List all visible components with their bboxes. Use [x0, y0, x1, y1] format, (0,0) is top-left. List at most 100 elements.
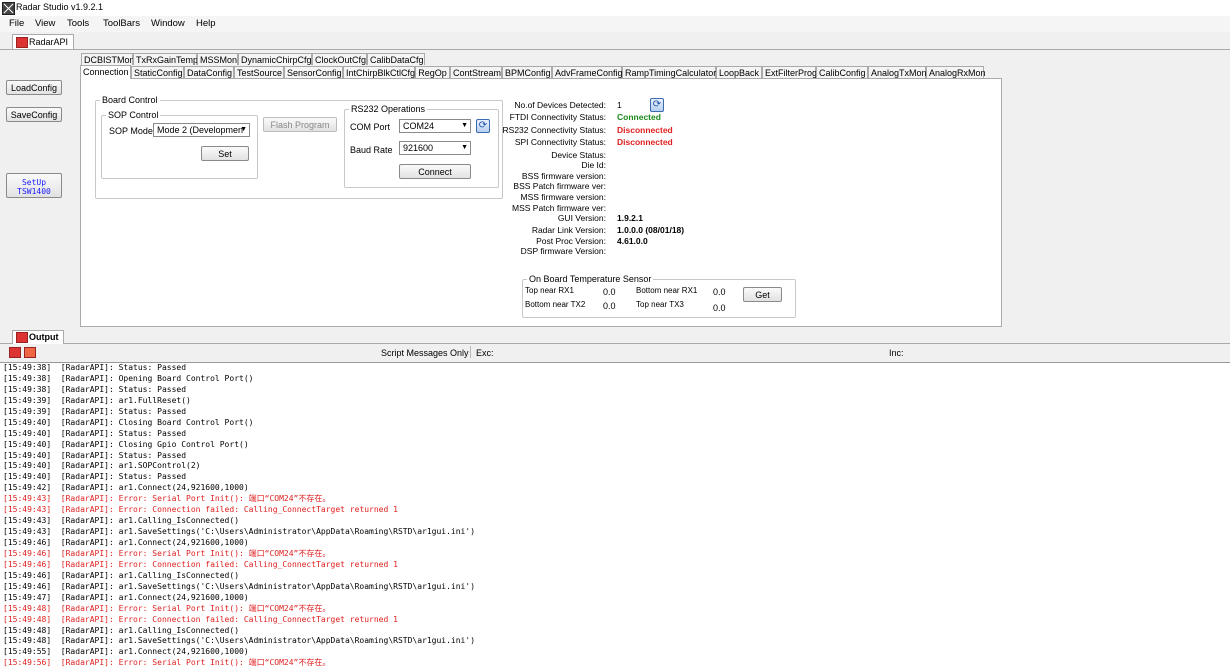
tab-extfilterprog[interactable]: ExtFilterProg [762, 66, 817, 78]
info-value: Disconnected [617, 137, 673, 147]
info-label: Radar Link Version: [531, 225, 606, 235]
tab-analogtxmon[interactable]: AnalogTxMon [868, 66, 927, 78]
info-label: BSS firmware version: [521, 171, 606, 181]
tab-testsource[interactable]: TestSource [234, 66, 284, 78]
connection-panel: Board Control SOP Control SOP Mode Mode … [80, 78, 1002, 327]
title-bar: Radar Studio v1.9.2.1 [0, 0, 1230, 17]
output-icon [16, 332, 28, 343]
tab-radarapi[interactable]: RadarAPI [12, 34, 74, 49]
temperature-title: On Board Temperature Sensor [527, 274, 654, 284]
separator [470, 346, 471, 358]
log-line: [15:49:55] [RadarAPI]: ar1.Connect(24,92… [3, 647, 249, 657]
menu-file[interactable]: File [9, 18, 24, 29]
chevron-down-icon: ▼ [240, 126, 247, 133]
log-line: [15:49:56] [RadarAPI]: Error: Serial Por… [3, 658, 331, 668]
get-temperature-button[interactable]: Get [743, 287, 782, 302]
log-line: [15:49:46] [RadarAPI]: ar1.Connect(24,92… [3, 538, 249, 547]
log-line: [15:49:39] [RadarAPI]: ar1.FullReset() [3, 395, 191, 405]
menu-window[interactable]: Window [151, 18, 185, 29]
tab-clockoutcfg[interactable]: ClockOutCfg [312, 53, 367, 65]
log-line: [15:49:42] [RadarAPI]: ar1.Connect(24,92… [3, 483, 249, 493]
tab-intchirpblkctlcfg[interactable]: IntChirpBlkCtlCfg [343, 66, 415, 78]
tab-calibconfig[interactable]: CalibConfig [816, 66, 868, 78]
baud-rate-select[interactable]: 921600 ▼ [399, 141, 471, 155]
tab-advframeconfig[interactable]: AdvFrameConfig [552, 66, 623, 78]
tab-sensorconfig[interactable]: SensorConfig [284, 66, 343, 78]
setup-tsw1400-button[interactable]: SetUp TSW1400 [6, 173, 62, 198]
info-label: BSS Patch firmware ver: [513, 181, 606, 191]
tab-mssmon[interactable]: MSSMon [197, 53, 238, 65]
menu-toolbars[interactable]: ToolBars [103, 18, 140, 29]
document-tabs: RadarAPI [0, 32, 1230, 50]
log-line: [15:49:43] [RadarAPI]: Error: Connection… [3, 505, 398, 515]
tab-calibdatacfg[interactable]: CalibDataCfg [367, 53, 425, 65]
tab-txrxgaintemp[interactable]: TxRxGainTemp [133, 53, 198, 65]
refresh-devices-icon[interactable]: ⟳ [650, 98, 664, 112]
log-line: [15:49:48] [RadarAPI]: ar1.Calling_IsCon… [3, 625, 240, 635]
radarapi-icon [16, 37, 28, 48]
setup-line2: TSW1400 [17, 187, 51, 196]
com-port-label: COM Port [350, 122, 391, 132]
tab-dcbistmon[interactable]: DCBISTMon [81, 53, 135, 65]
tab-output[interactable]: Output [12, 330, 64, 344]
rs232-title: RS232 Operations [349, 104, 428, 114]
bottom-rx1-value: 0.0 [713, 287, 726, 297]
script-messages-only[interactable]: Script Messages Only [381, 348, 469, 358]
tab-loopback[interactable]: LoopBack [716, 66, 762, 78]
log-line: [15:49:46] [RadarAPI]: ar1.SaveSettings(… [3, 581, 476, 591]
info-label: Die Id: [581, 160, 606, 170]
log-line: [15:49:40] [RadarAPI]: Status: Passed [3, 472, 187, 482]
tab-dynamicchirpcfg[interactable]: DynamicChirpCfg [238, 53, 312, 65]
sop-mode-select[interactable]: Mode 2 (Developmen ▼ [153, 123, 250, 137]
flash-program-button[interactable]: Flash Program [263, 117, 337, 132]
output-toolbar: Script Messages Only Exc: Inc: [0, 344, 1230, 360]
log-line: [15:49:48] [RadarAPI]: Error: Serial Por… [3, 603, 331, 613]
baud-rate-value: 921600 [403, 143, 434, 153]
log-line: [15:49:47] [RadarAPI]: ar1.Connect(24,92… [3, 592, 249, 602]
inc-label: Inc: [889, 348, 904, 358]
sop-mode-label: SOP Mode [109, 126, 153, 136]
info-label: MSS Patch firmware ver: [512, 203, 606, 213]
tab-analogrxmon[interactable]: AnalogRxMon [926, 66, 986, 78]
connect-button[interactable]: Connect [399, 164, 471, 179]
bottom-rx1-label: Bottom near RX1 [636, 286, 698, 295]
window-title: Radar Studio v1.9.2.1 [16, 2, 104, 12]
menu-tools[interactable]: Tools [67, 18, 89, 29]
log-line: [15:49:38] [RadarAPI]: Opening Board Con… [3, 373, 254, 383]
info-label: No.of Devices Detected: [514, 100, 606, 110]
save-config-button[interactable]: SaveConfig [6, 107, 62, 122]
tab-connection[interactable]: Connection [80, 65, 131, 79]
tab-dataconfig[interactable]: DataConfig [184, 66, 234, 78]
info-value: 1 [617, 100, 622, 110]
clear-output-icon[interactable] [9, 347, 21, 358]
top-rx1-label: Top near RX1 [525, 286, 574, 295]
com-port-value: COM24 [403, 121, 435, 131]
board-control-title: Board Control [100, 95, 160, 105]
info-value: Disconnected [617, 125, 673, 135]
log-line: [15:49:43] [RadarAPI]: ar1.Calling_IsCon… [3, 516, 240, 526]
info-label: GUI Version: [557, 213, 606, 223]
set-button[interactable]: Set [201, 146, 249, 161]
tab-contstream[interactable]: ContStream [450, 66, 502, 78]
menu-help[interactable]: Help [196, 18, 216, 29]
tab-bpmconfig[interactable]: BPMConfig [502, 66, 552, 78]
tab-ramptimingcalculator[interactable]: RampTimingCalculator [622, 66, 716, 78]
info-value: 4.61.0.0 [617, 236, 648, 246]
com-port-select[interactable]: COM24 ▼ [399, 119, 471, 133]
stop-icon[interactable] [24, 347, 36, 358]
bottom-tx2-label: Bottom near TX2 [525, 300, 586, 309]
info-label: SPI Connectivity Status: [514, 137, 606, 147]
log-line: [15:49:46] [RadarAPI]: ar1.Calling_IsCon… [3, 570, 240, 580]
info-value: 1.0.0.0 (08/01/18) [617, 225, 685, 235]
log-line: [15:49:40] [RadarAPI]: Status: Passed [3, 450, 187, 460]
output-log[interactable]: [15:49:38] [RadarAPI]: Status: Passed [15… [0, 362, 1230, 672]
log-line: [15:49:46] [RadarAPI]: Error: Connection… [3, 559, 398, 569]
menu-view[interactable]: View [35, 18, 55, 29]
info-value: Connected [617, 112, 661, 122]
top-tx3-value: 0.0 [713, 303, 726, 313]
info-label: RS232 Connectivity Status: [502, 125, 606, 135]
tab-staticconfig[interactable]: StaticConfig [131, 66, 184, 78]
load-config-button[interactable]: LoadConfig [6, 80, 62, 95]
tab-regop[interactable]: RegOp [415, 66, 450, 78]
exc-label: Exc: [476, 348, 494, 358]
